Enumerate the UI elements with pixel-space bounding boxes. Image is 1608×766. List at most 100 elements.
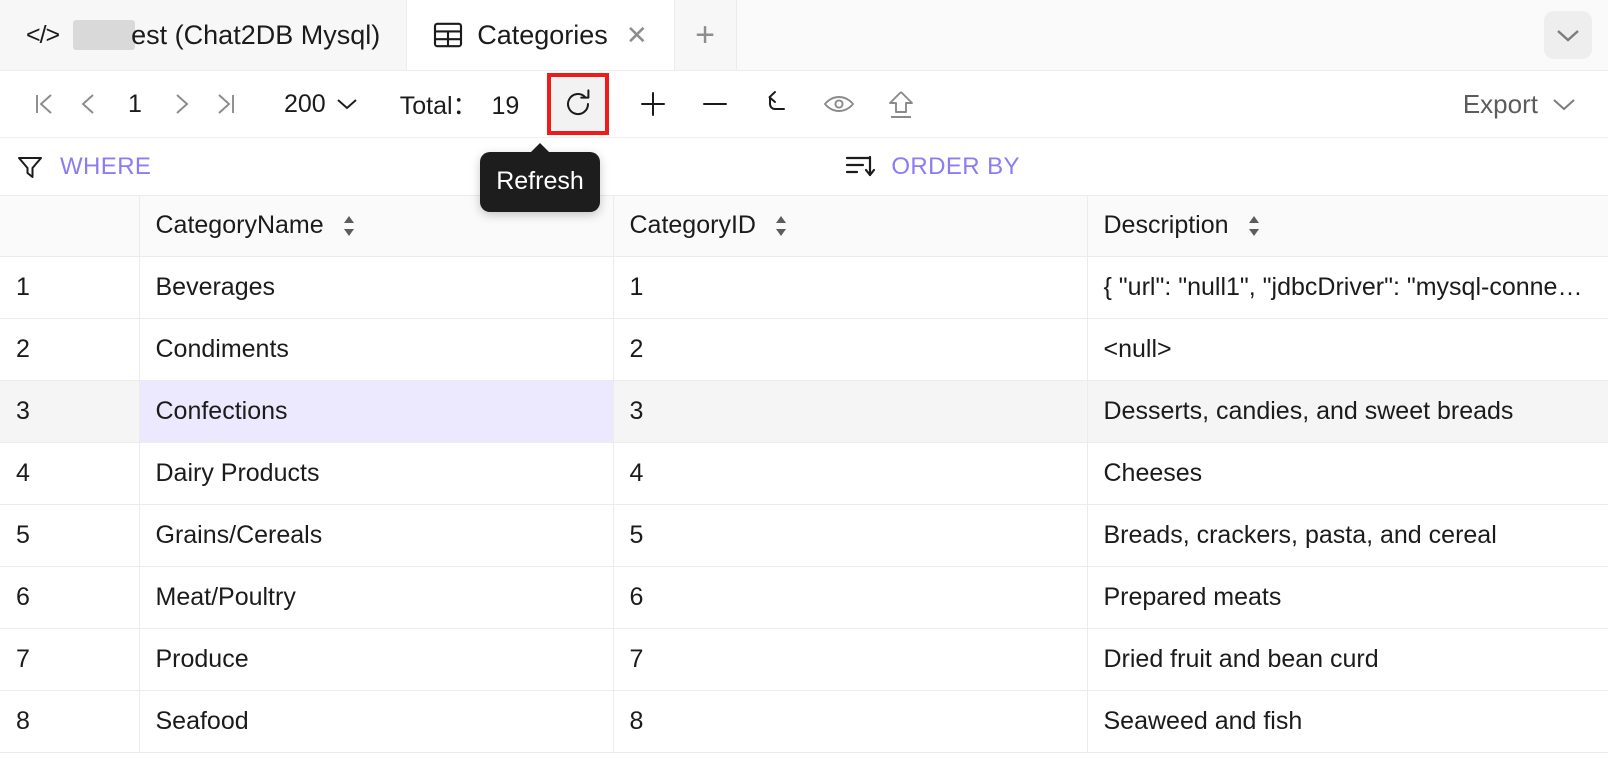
where-label: WHERE xyxy=(60,153,151,181)
preview-button[interactable] xyxy=(813,78,865,130)
table-row[interactable]: 3Confections3Desserts, candies, and swee… xyxy=(0,380,1608,442)
cell-categoryid[interactable]: 1 xyxy=(613,256,1087,318)
last-page-icon xyxy=(213,91,239,117)
refresh-icon xyxy=(561,87,595,121)
grid-toolbar: 1 200 Total： 19 xyxy=(0,71,1608,138)
order-by-label: ORDER BY xyxy=(891,153,1020,181)
cell-categoryid[interactable]: 3 xyxy=(613,380,1087,442)
table-row[interactable]: 1Beverages1{ "url": "null1", "jdbcDriver… xyxy=(0,256,1608,318)
chevron-down-icon xyxy=(336,97,358,111)
refresh-button[interactable] xyxy=(550,76,606,132)
next-page-button[interactable] xyxy=(160,82,204,126)
sort-toggle-icon[interactable] xyxy=(772,213,790,239)
cell-categoryid[interactable]: 2 xyxy=(613,318,1087,380)
cell-categoryid[interactable]: 5 xyxy=(613,504,1087,566)
row-number: 8 xyxy=(0,690,139,752)
total-count: Total： 19 xyxy=(400,86,520,122)
cell-categoryname[interactable]: Beverages xyxy=(139,256,613,318)
close-icon[interactable]: ✕ xyxy=(626,22,648,48)
cell-description[interactable]: Dried fruit and bean curd xyxy=(1087,628,1608,690)
chevron-down-icon xyxy=(1552,97,1576,112)
commit-button[interactable] xyxy=(875,78,927,130)
cell-categoryname[interactable]: Dairy Products xyxy=(139,442,613,504)
data-grid: CategoryName CategoryID xyxy=(0,196,1608,753)
table-row[interactable]: 5Grains/Cereals5Breads, crackers, pasta,… xyxy=(0,504,1608,566)
tab-overflow-button[interactable] xyxy=(1544,11,1592,59)
cell-description[interactable]: Desserts, candies, and sweet breads xyxy=(1087,380,1608,442)
table-row[interactable]: 2Condiments2<null> xyxy=(0,318,1608,380)
tab-bar-filler xyxy=(737,0,1608,70)
code-icon: </> xyxy=(26,21,59,50)
column-header-categoryid[interactable]: CategoryID xyxy=(613,196,1087,256)
chevron-down-icon xyxy=(1555,27,1581,43)
page-number-input[interactable]: 1 xyxy=(118,90,152,119)
tab-bar: </> est (Chat2DB Mysql) Categories ✕ + xyxy=(0,0,1608,71)
table-grid-icon xyxy=(433,22,463,48)
sort-toggle-icon[interactable] xyxy=(340,213,358,239)
cell-categoryname[interactable]: Seafood xyxy=(139,690,613,752)
redaction-block xyxy=(73,20,135,50)
undo-icon xyxy=(761,88,793,120)
total-value: 19 xyxy=(492,92,520,120)
total-label: Total： xyxy=(400,92,478,120)
tab-categories[interactable]: Categories ✕ xyxy=(407,0,674,70)
cell-description[interactable]: <null> xyxy=(1087,318,1608,380)
export-label: Export xyxy=(1463,89,1538,120)
row-number: 3 xyxy=(0,380,139,442)
where-filter-button[interactable]: WHERE xyxy=(14,151,151,183)
sort-toggle-icon[interactable] xyxy=(1245,213,1263,239)
export-button[interactable]: Export xyxy=(1463,89,1576,120)
cell-description[interactable]: Seaweed and fish xyxy=(1087,690,1608,752)
row-number: 6 xyxy=(0,566,139,628)
cell-description[interactable]: Prepared meats xyxy=(1087,566,1608,628)
undo-button[interactable] xyxy=(751,78,803,130)
table-body: 1Beverages1{ "url": "null1", "jdbcDriver… xyxy=(0,256,1608,752)
cell-categoryid[interactable]: 7 xyxy=(613,628,1087,690)
table-header-row: CategoryName CategoryID xyxy=(0,196,1608,256)
table-row[interactable]: 6Meat/Poultry6Prepared meats xyxy=(0,566,1608,628)
cell-categoryid[interactable]: 8 xyxy=(613,690,1087,752)
row-number: 2 xyxy=(0,318,139,380)
prev-page-icon xyxy=(75,91,101,117)
tab-connection[interactable]: </> est (Chat2DB Mysql) xyxy=(0,0,407,70)
filter-bar: WHERE ORDER BY xyxy=(0,138,1608,196)
next-page-icon xyxy=(169,91,195,117)
tab-categories-label: Categories xyxy=(477,20,608,51)
row-number: 7 xyxy=(0,628,139,690)
column-header-description[interactable]: Description xyxy=(1087,196,1608,256)
first-page-icon xyxy=(31,91,57,117)
cell-description[interactable]: Cheeses xyxy=(1087,442,1608,504)
row-number: 1 xyxy=(0,256,139,318)
cell-description[interactable]: Breads, crackers, pasta, and cereal xyxy=(1087,504,1608,566)
refresh-button-wrapper xyxy=(547,73,609,135)
cell-categoryname[interactable]: Condiments xyxy=(139,318,613,380)
cell-categoryname[interactable]: Produce xyxy=(139,628,613,690)
first-page-button[interactable] xyxy=(22,82,66,126)
add-row-button[interactable] xyxy=(627,78,679,130)
prev-page-button[interactable] xyxy=(66,82,110,126)
add-tab-button[interactable]: + xyxy=(675,0,737,70)
table-row[interactable]: 4Dairy Products4Cheeses xyxy=(0,442,1608,504)
cell-categoryname[interactable]: Meat/Poultry xyxy=(139,566,613,628)
cell-categoryname[interactable]: Grains/Cereals xyxy=(139,504,613,566)
filter-icon xyxy=(14,151,46,183)
column-header-label: Description xyxy=(1104,211,1229,240)
table-row[interactable]: 8Seafood8Seaweed and fish xyxy=(0,690,1608,752)
cell-categoryid[interactable]: 4 xyxy=(613,442,1087,504)
tab-connection-text: est (Chat2DB Mysql) xyxy=(131,20,380,51)
row-action-icons xyxy=(627,78,927,130)
tab-connection-label: est (Chat2DB Mysql) xyxy=(73,20,380,51)
eye-icon xyxy=(822,87,856,121)
cell-description[interactable]: { "url": "null1", "jdbcDriver": "mysql-c… xyxy=(1087,256,1608,318)
cell-categoryid[interactable]: 6 xyxy=(613,566,1087,628)
page-size-select[interactable]: 200 xyxy=(284,90,358,119)
table-row[interactable]: 7Produce7Dried fruit and bean curd xyxy=(0,628,1608,690)
row-number: 4 xyxy=(0,442,139,504)
row-number: 5 xyxy=(0,504,139,566)
delete-row-button[interactable] xyxy=(689,78,741,130)
plus-icon xyxy=(637,88,669,120)
last-page-button[interactable] xyxy=(204,82,248,126)
cell-categoryname[interactable]: Confections xyxy=(139,380,613,442)
sort-icon xyxy=(843,152,877,182)
order-by-filter-button[interactable]: ORDER BY xyxy=(843,152,1020,182)
